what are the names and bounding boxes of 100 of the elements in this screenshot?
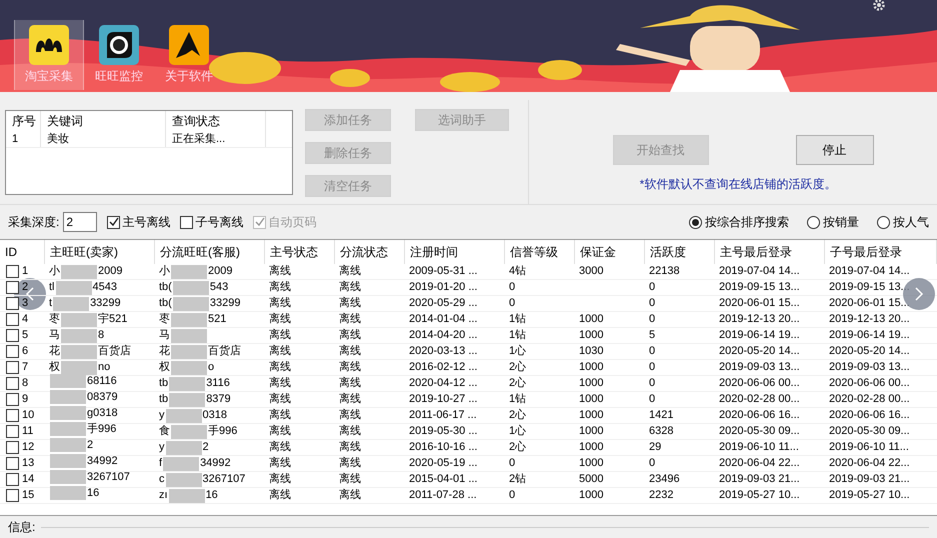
table-cell: 1000 [579, 361, 604, 374]
checkbox[interactable] [6, 473, 19, 486]
blurred-account-name: tb( 543 [159, 280, 228, 296]
blurred-account-name: 3267107 [49, 469, 130, 486]
checkbox[interactable] [6, 329, 19, 342]
blurred-account-name: f 34992 [159, 456, 231, 472]
checkbox[interactable] [6, 345, 19, 358]
checkbox[interactable] [6, 313, 19, 326]
table-cell: 2016-02-12 ... [409, 361, 478, 374]
table-cell: 离线 [269, 457, 291, 470]
table-cell: 离线 [269, 425, 291, 438]
table-cell: 2019-09-03 13... [829, 361, 910, 374]
checkbox[interactable] [107, 216, 120, 228]
table-cell-text: 6 [22, 344, 28, 360]
table-cell-text: 1 [22, 264, 28, 280]
checkbox[interactable] [6, 281, 19, 294]
table-cell: 2020-05-20 14... [829, 345, 910, 358]
table-cell: 6328 [649, 425, 674, 438]
table-cell: 4钻 [509, 265, 526, 278]
table-cell: 0 [649, 297, 656, 310]
table-cell: 1000 [579, 377, 604, 390]
blurred-account-name: tb( 33299 [159, 296, 240, 312]
table-cell: 2014-04-20 ... [409, 329, 478, 342]
table-cell: 1000 [579, 393, 604, 406]
radio-button[interactable] [877, 216, 890, 228]
blurred-account-name: 手996 [49, 421, 116, 438]
toolbar-tab[interactable]: 旺旺监控 [84, 20, 154, 90]
table-cell: 0 [649, 377, 656, 390]
checkbox[interactable] [6, 409, 19, 422]
checkbox[interactable] [180, 216, 194, 228]
column-header: 主旺旺(卖家) [45, 240, 155, 264]
table-cell: 1000 [579, 313, 604, 326]
table-cell: 1钻 [509, 329, 526, 342]
blurred-account-name: 枣 521 [159, 312, 226, 328]
table-cell: 2020-04-12 ... [409, 377, 478, 390]
table-cell: 离线 [339, 265, 361, 278]
table-cell: 离线 [339, 409, 361, 422]
table-cell: 1000 [579, 329, 604, 342]
table-cell: 2019-05-30 ... [409, 425, 478, 438]
table-cell: 22138 [649, 265, 680, 278]
blurred-account-name: 16 [49, 485, 100, 502]
radio-label: 按人气 [893, 214, 929, 231]
checkbox[interactable] [6, 489, 19, 502]
blurred-account-name: 34992 [49, 453, 118, 470]
table-cell: 2009-05-31 ... [409, 265, 478, 278]
radio-button[interactable] [689, 216, 702, 228]
table-cell: 2020-05-30 09... [719, 425, 800, 438]
table-cell: 2019-05-27 10... [719, 489, 800, 502]
table-cell: 0 [649, 281, 656, 294]
table-cell: 2019-09-03 13... [719, 361, 800, 374]
table-cell: 2020-05-30 09... [829, 425, 910, 438]
table-cell-text: 14 [22, 472, 34, 488]
coin-icon [440, 72, 500, 92]
table-cell: 5 [649, 329, 656, 342]
checkbox[interactable] [6, 425, 19, 438]
settings-icon[interactable] [872, 0, 886, 12]
blurred-account-name: 花 百货店 [49, 344, 131, 360]
toolbar-tab[interactable]: 淘宝采集 [14, 20, 84, 90]
blurred-account-name: 枣 宇521 [49, 312, 128, 328]
table-cell: 2020-06-01 15... [719, 297, 800, 310]
checkbox[interactable] [6, 265, 19, 278]
checkbox[interactable] [6, 457, 19, 470]
column-header: 关键词 [41, 111, 166, 131]
toolbar-tab[interactable]: 关于软件 [154, 20, 224, 90]
checkbox[interactable] [6, 361, 19, 374]
column-header: 注册时间 [405, 240, 505, 264]
table-cell: 0 [649, 457, 656, 470]
table-cell: 2019-06-10 11... [829, 441, 909, 454]
blurred-account-name: c 3267107 [159, 472, 246, 488]
checkbox[interactable] [6, 393, 19, 406]
table-cell: 2020-03-13 ... [409, 345, 478, 358]
command-button[interactable]: 停止 [796, 135, 874, 165]
column-header: 分流旺旺(客服) [155, 240, 265, 264]
table-cell: 离线 [339, 473, 361, 486]
table-cell-text: 7 [22, 360, 28, 376]
table-cell: 2019-07-04 14... [829, 265, 910, 278]
radio-button[interactable] [807, 216, 820, 228]
table-cell: 2019-05-27 10... [829, 489, 910, 502]
blurred-account-name: tb 3116 [159, 376, 230, 392]
table-cell: 2心 [509, 441, 526, 454]
crown-icon [28, 24, 70, 66]
blurred-account-name: 小 2009 [159, 264, 232, 280]
table-cell: 1000 [579, 441, 604, 454]
blurred-account-name: 权 no [49, 360, 110, 376]
table-cell: 0 [649, 361, 656, 374]
blurred-account-name: 花 百货店 [159, 344, 241, 360]
checkbox[interactable] [6, 441, 19, 454]
table-cell: 5000 [579, 473, 604, 486]
table-cell: 2020-06-04 22... [829, 457, 910, 470]
table-cell: 1钻 [509, 313, 526, 326]
table-cell-text: 10 [22, 408, 34, 424]
depth-field[interactable]: 2 [63, 212, 98, 232]
table-cell: 0 [649, 393, 656, 406]
table-cell: 1心 [509, 425, 526, 438]
table-cell: 2020-06-06 00... [829, 377, 910, 390]
checkbox[interactable] [6, 297, 19, 310]
table-cell: 2019-10-27 ... [409, 393, 478, 406]
table-cell-text: 5 [22, 328, 28, 344]
checkbox[interactable] [6, 377, 19, 390]
table-cell: 2020-05-19 ... [409, 457, 478, 470]
